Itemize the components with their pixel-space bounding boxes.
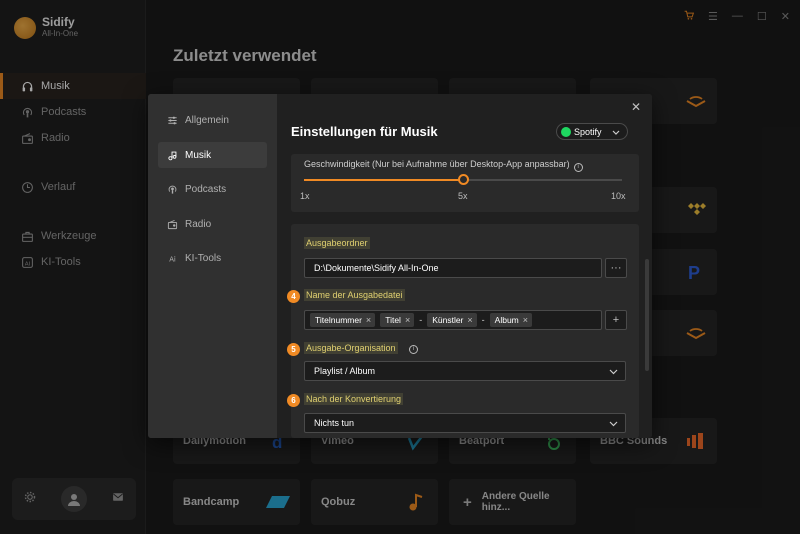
speed-tick: 1x bbox=[300, 191, 310, 201]
spotify-icon bbox=[561, 126, 571, 137]
source-select-value: Spotify bbox=[574, 126, 602, 137]
svg-text:Ai: Ai bbox=[169, 255, 176, 263]
source-select[interactable]: Spotify bbox=[556, 123, 628, 140]
speed-label: Geschwindigkeit (Nur bei Aufnahme über D… bbox=[304, 159, 583, 172]
settings-tab-label: Musik bbox=[185, 149, 212, 161]
chip-label: Künstler bbox=[432, 315, 464, 325]
speed-card: Geschwindigkeit (Nur bei Aufnahme über D… bbox=[291, 154, 639, 212]
after-conversion-label: Nach der Konvertierung bbox=[304, 393, 404, 405]
organisation-label-text: Ausgabe-Organisation bbox=[306, 343, 396, 353]
chip-label: Titel bbox=[385, 315, 401, 325]
settings-tab-podcasts[interactable]: Podcasts bbox=[158, 176, 267, 202]
chevron-down-icon bbox=[609, 419, 618, 429]
organisation-select[interactable]: Playlist / Album bbox=[304, 361, 626, 381]
settings-tab-allgemein[interactable]: Allgemein bbox=[158, 107, 267, 133]
music-note-icon bbox=[167, 150, 178, 161]
output-card: Ausgabeordner D:\Dokumente\Sidify All-In… bbox=[287, 224, 639, 438]
ai-icon: Ai bbox=[167, 253, 178, 264]
filename-label: Name der Ausgabedatei bbox=[304, 289, 405, 301]
dialog-close-icon[interactable]: ✕ bbox=[631, 100, 641, 114]
chevron-down-icon bbox=[612, 128, 620, 138]
info-icon[interactable]: i bbox=[409, 345, 418, 354]
filename-chip[interactable]: Künstler × bbox=[427, 313, 477, 327]
podcast-icon bbox=[167, 184, 178, 195]
chip-label: Titelnummer bbox=[315, 315, 362, 325]
speed-tick: 10x bbox=[611, 191, 626, 201]
speed-slider-handle[interactable] bbox=[458, 174, 469, 185]
speed-tick: 5x bbox=[458, 191, 468, 201]
add-tag-button[interactable]: + bbox=[605, 310, 627, 330]
organisation-select-value: Playlist / Album bbox=[314, 366, 376, 376]
step-badge: 5 bbox=[287, 343, 300, 356]
separator: - bbox=[419, 315, 423, 325]
settings-tab-label: Podcasts bbox=[185, 183, 227, 195]
remove-chip-icon[interactable]: × bbox=[523, 315, 528, 325]
remove-chip-icon[interactable]: × bbox=[405, 315, 410, 325]
sliders-icon bbox=[167, 115, 178, 126]
dialog-title: Einstellungen für Musik bbox=[291, 124, 438, 139]
browse-button[interactable]: ··· bbox=[605, 258, 627, 278]
settings-tab-label: Radio bbox=[185, 218, 212, 230]
filename-chip[interactable]: Titel × bbox=[380, 313, 415, 327]
settings-nav: Allgemein Musik Podcasts Radio Ai KI-Too… bbox=[148, 94, 277, 438]
step-badge: 6 bbox=[287, 394, 300, 407]
radio-icon bbox=[167, 219, 178, 230]
settings-dialog: Allgemein Musik Podcasts Radio Ai KI-Too… bbox=[148, 94, 652, 438]
organisation-label: Ausgabe-Organisation bbox=[304, 342, 398, 354]
speed-slider-fill bbox=[304, 179, 463, 181]
settings-scrollbar[interactable] bbox=[645, 259, 649, 371]
filename-chip[interactable]: Album × bbox=[489, 313, 533, 327]
output-folder-field[interactable]: D:\Dokumente\Sidify All-In-One bbox=[304, 258, 602, 278]
settings-tab-ki-tools[interactable]: Ai KI-Tools bbox=[158, 245, 267, 271]
settings-tab-radio[interactable]: Radio bbox=[158, 211, 267, 237]
settings-panel: ✕ Einstellungen für Musik Spotify Geschw… bbox=[277, 94, 652, 438]
speed-slider[interactable] bbox=[304, 174, 622, 185]
step-badge: 4 bbox=[287, 290, 300, 303]
filename-pattern-field[interactable]: Titelnummer × Titel × - Künstler × - Album × bbox=[304, 310, 602, 330]
settings-tab-label: Allgemein bbox=[185, 114, 229, 126]
after-conversion-select-value: Nichts tun bbox=[314, 418, 355, 428]
output-folder-label: Ausgabeordner bbox=[304, 237, 370, 249]
chevron-down-icon bbox=[609, 367, 618, 377]
settings-tab-label: KI-Tools bbox=[185, 252, 222, 264]
speed-label-text: Geschwindigkeit (Nur bei Aufnahme über D… bbox=[304, 159, 570, 169]
remove-chip-icon[interactable]: × bbox=[467, 315, 472, 325]
settings-tab-musik[interactable]: Musik bbox=[158, 142, 267, 168]
separator: - bbox=[481, 315, 485, 325]
after-conversion-select[interactable]: Nichts tun bbox=[304, 413, 626, 433]
remove-chip-icon[interactable]: × bbox=[366, 315, 371, 325]
filename-chip[interactable]: Titelnummer × bbox=[310, 313, 376, 327]
info-icon[interactable]: i bbox=[573, 163, 583, 172]
chip-label: Album bbox=[494, 315, 519, 325]
